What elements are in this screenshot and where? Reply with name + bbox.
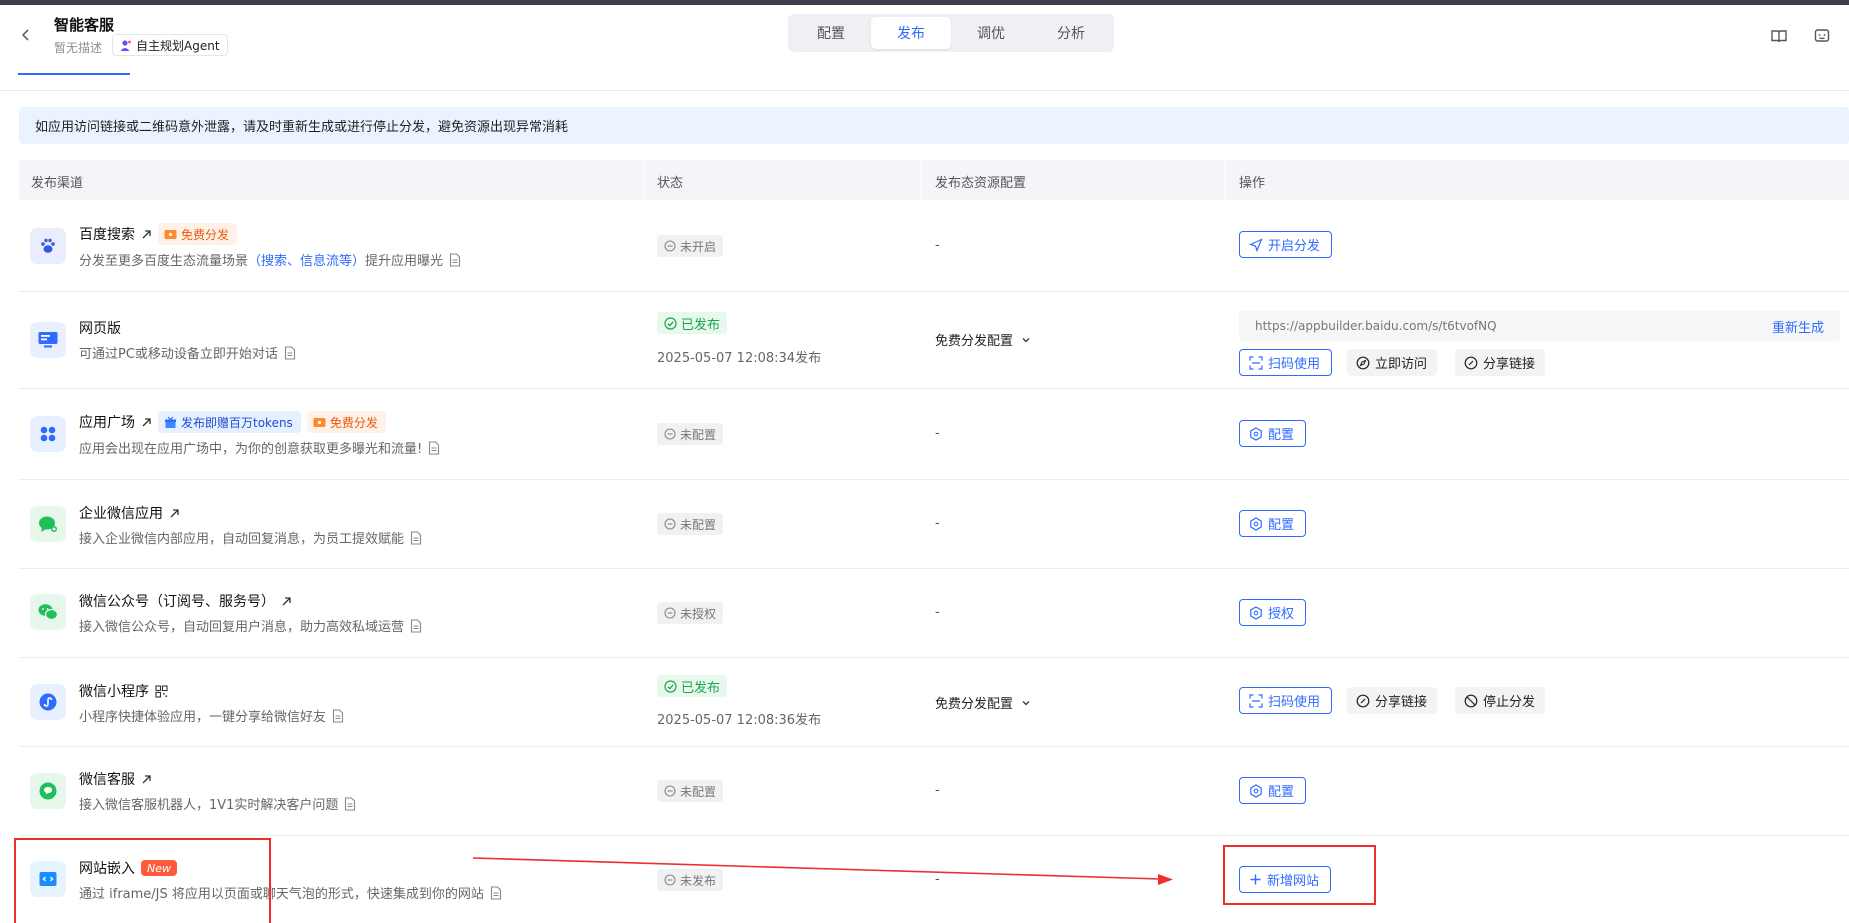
annotation-arrow xyxy=(472,857,1173,885)
